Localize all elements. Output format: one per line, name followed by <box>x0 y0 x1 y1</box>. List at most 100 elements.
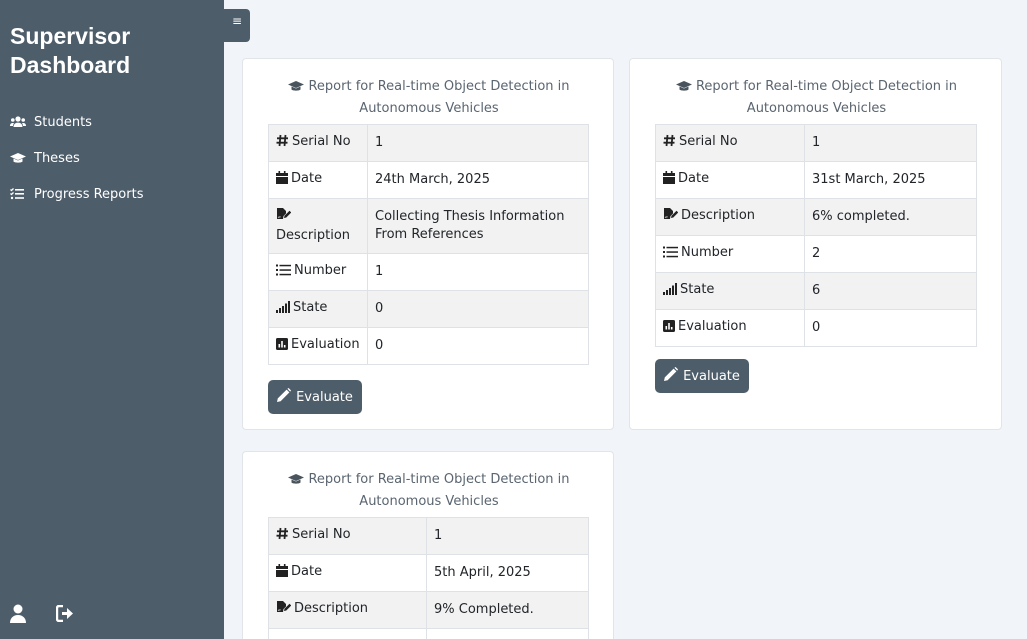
sidebar-item-progress-reports[interactable]: Progress Reports <box>0 176 224 212</box>
number-value: 1 <box>367 253 589 291</box>
date-label-cell: Date <box>268 554 427 592</box>
table-row: State 6 <box>655 272 977 310</box>
table-cell <box>268 628 427 639</box>
evaluation-value: 0 <box>804 309 977 347</box>
graduation-cap-icon <box>288 79 305 99</box>
sidebar-nav: Students Theses Progress Reports <box>0 104 224 212</box>
table-row: Serial No 1 <box>655 124 977 162</box>
brand-line-1: Supervisor <box>10 23 131 49</box>
evaluation-label: Evaluation <box>678 319 747 334</box>
state-label-cell: State <box>655 272 805 310</box>
date-label-cell: Date <box>655 161 805 199</box>
date-label: Date <box>291 171 323 186</box>
user-icon[interactable] <box>10 604 26 627</box>
date-label: Date <box>678 171 710 186</box>
brand-line-2: Dashboard <box>10 52 131 78</box>
sidebar-brand: Supervisor Dashboard <box>10 22 130 80</box>
state-label: State <box>293 300 328 315</box>
chart-icon <box>276 338 288 356</box>
number-label: Number <box>294 263 347 278</box>
report-title: Report for Real-time Object Detection in… <box>243 470 615 512</box>
description-label-cell: Description <box>268 198 368 254</box>
table-row: Number 2 <box>655 235 977 273</box>
sidebar-item-students[interactable]: Students <box>0 104 224 140</box>
sidebar-item-label: Theses <box>34 150 80 166</box>
report-title-text: Report for Real-time Object Detection in… <box>695 79 958 116</box>
number-label: Number <box>681 245 734 260</box>
report-table: Serial No 1 Date 31st March, 2025 Descri… <box>655 124 977 347</box>
hash-icon <box>276 134 289 153</box>
calendar-icon <box>663 171 675 190</box>
serial-label: Serial No <box>679 134 738 149</box>
date-label-cell: Date <box>268 161 368 199</box>
users-icon <box>10 116 34 128</box>
evaluation-label: Evaluation <box>291 337 360 352</box>
table-row <box>268 628 589 639</box>
report-title-text: Report for Real-time Object Detection in… <box>308 79 570 116</box>
serial-value: 1 <box>804 124 977 162</box>
table-row: Date 31st March, 2025 <box>655 161 977 199</box>
date-value: 5th April, 2025 <box>426 554 589 592</box>
table-row: State 0 <box>268 290 589 328</box>
description-value: 9% Completed. <box>426 591 589 629</box>
serial-label-cell: Serial No <box>268 517 427 555</box>
pencil-icon <box>664 367 679 385</box>
description-label-cell: Description <box>655 198 805 236</box>
graduation-cap-icon <box>675 79 692 99</box>
sidebar: Supervisor Dashboard Students Theses Pro… <box>0 0 224 639</box>
report-title: Report for Real-time Object Detection in… <box>630 77 1003 119</box>
table-row: Description Collecting Thesis Informatio… <box>268 198 589 254</box>
logout-icon[interactable] <box>55 604 76 626</box>
table-row: Serial No 1 <box>268 124 589 162</box>
calendar-icon <box>276 171 288 190</box>
evaluate-button[interactable]: Evaluate <box>655 359 749 393</box>
serial-label: Serial No <box>292 527 351 542</box>
sidebar-toggle-button[interactable]: ≡ <box>224 9 250 42</box>
graduation-cap-icon <box>288 472 305 492</box>
report-card: Report for Real-time Object Detection in… <box>242 58 614 430</box>
sidebar-item-label: Progress Reports <box>34 186 144 202</box>
sidebar-footer <box>10 604 76 627</box>
state-value: 6 <box>804 272 977 310</box>
evaluate-button-label: Evaluate <box>296 389 353 405</box>
table-row: Serial No 1 <box>268 517 589 555</box>
evaluation-label-cell: Evaluation <box>268 327 368 365</box>
table-row: Evaluation 0 <box>268 327 589 365</box>
description-label-cell: Description <box>268 591 427 629</box>
list-check-icon <box>10 188 34 200</box>
serial-value: 1 <box>426 517 589 555</box>
description-label: Description <box>294 601 369 616</box>
graduation-cap-icon <box>10 152 34 164</box>
report-title: Report for Real-time Object Detection in… <box>243 77 615 119</box>
report-title-text: Report for Real-time Object Detection in… <box>308 472 570 509</box>
table-row: Number 1 <box>268 253 589 291</box>
table-row: Description 6% completed. <box>655 198 977 236</box>
state-value: 0 <box>367 290 589 328</box>
number-label-cell: Number <box>655 235 805 273</box>
table-cell <box>426 628 589 639</box>
number-value: 2 <box>804 235 977 273</box>
table-row: Description 9% Completed. <box>268 591 589 629</box>
menu-icon: ≡ <box>231 14 243 28</box>
serial-label: Serial No <box>292 134 351 149</box>
date-value: 31st March, 2025 <box>804 161 977 199</box>
pencil-icon <box>277 388 292 406</box>
description-value: Collecting Thesis Information From Refer… <box>367 198 589 254</box>
report-table: Serial No 1 Date 24th March, 2025 Descri… <box>268 124 589 365</box>
date-value: 24th March, 2025 <box>367 161 589 199</box>
signal-icon <box>663 283 677 301</box>
table-row: Date 24th March, 2025 <box>268 161 589 199</box>
evaluate-button[interactable]: Evaluate <box>268 380 362 414</box>
list-icon <box>276 264 291 282</box>
serial-value: 1 <box>367 124 589 162</box>
file-signature-icon <box>276 208 292 227</box>
list-icon <box>663 246 678 264</box>
table-row: Date 5th April, 2025 <box>268 554 589 592</box>
state-label-cell: State <box>268 290 368 328</box>
description-label: Description <box>276 228 351 243</box>
sidebar-item-theses[interactable]: Theses <box>0 140 224 176</box>
calendar-icon <box>276 564 288 583</box>
description-label: Description <box>681 208 756 223</box>
evaluation-label-cell: Evaluation <box>655 309 805 347</box>
state-label: State <box>680 282 715 297</box>
